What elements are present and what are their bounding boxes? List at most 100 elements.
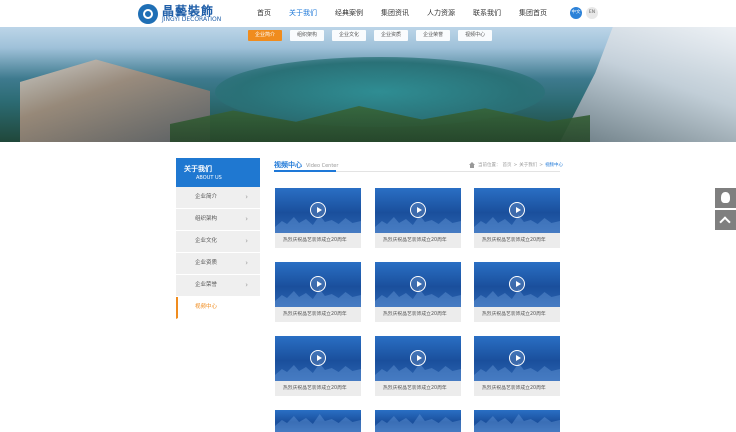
play-icon[interactable] (410, 276, 426, 292)
chevron-right-icon: › (245, 259, 248, 267)
video-card[interactable]: 热烈庆祝晶艺装饰成立20周年 (275, 336, 361, 396)
breadcrumb-sep: > (539, 162, 544, 168)
video-card[interactable] (375, 410, 461, 432)
breadcrumb-prefix: 当前位置： (478, 163, 501, 168)
video-thumbnail[interactable] (275, 336, 361, 381)
video-thumbnail[interactable] (474, 336, 560, 381)
play-icon[interactable] (509, 276, 525, 292)
nav-item-home[interactable]: 首页 (248, 0, 280, 27)
subnav-video[interactable]: 视频中心 (458, 30, 493, 41)
play-icon[interactable] (410, 202, 426, 218)
sidebar-item-video[interactable]: 视频中心 (176, 297, 260, 319)
nav-item-about[interactable]: 关于我们 (280, 0, 326, 27)
video-caption[interactable]: 热烈庆祝晶艺装饰成立20周年 (482, 236, 546, 243)
nav-item-hr[interactable]: 人力资源 (418, 0, 464, 27)
page-title-en: Video Center (306, 163, 339, 169)
video-thumbnail[interactable] (375, 410, 461, 432)
chevron-right-icon: › (245, 193, 248, 201)
play-icon[interactable] (310, 350, 326, 366)
chevron-right-icon: › (245, 237, 248, 245)
page-title-cn: 视频中心 (274, 161, 302, 169)
sidebar-title: 关于我们 (184, 165, 212, 173)
video-thumbnail[interactable] (275, 410, 361, 432)
video-caption[interactable]: 热烈庆祝晶艺装饰成立20周年 (482, 310, 546, 317)
qq-icon (721, 192, 730, 203)
logo-text: 晶藝裝飾 JINGYI DECORATION (162, 5, 221, 23)
lang-cn-button[interactable]: 中文 (570, 7, 582, 19)
video-thumbnail[interactable] (474, 410, 560, 432)
banner-subnav: 企业简介 组织架构 企业文化 企业资质 企业荣誉 视频中心 (248, 30, 493, 41)
breadcrumb-sep: > (513, 162, 518, 168)
video-card[interactable] (275, 410, 361, 432)
page-title: 视频中心 Video Center (274, 160, 338, 170)
video-caption[interactable]: 热烈庆祝晶艺装饰成立20周年 (283, 384, 347, 391)
video-card[interactable]: 热烈庆祝晶艺装饰成立20周年 (375, 262, 461, 322)
arrow-up-icon (719, 216, 731, 228)
video-thumbnail[interactable] (474, 188, 560, 233)
nav-item-cases[interactable]: 经典案例 (326, 0, 372, 27)
hero-banner: 企业简介 组织架构 企业文化 企业资质 企业荣誉 视频中心 (0, 27, 736, 142)
video-caption[interactable]: 热烈庆祝晶艺装饰成立20周年 (283, 310, 347, 317)
nav-item-news[interactable]: 集团资讯 (372, 0, 418, 27)
video-card[interactable]: 热烈庆祝晶艺装饰成立20周年 (474, 188, 560, 248)
video-thumbnail[interactable] (474, 262, 560, 307)
lang-en-button[interactable]: EN (586, 7, 598, 19)
back-to-top-button[interactable] (715, 210, 736, 230)
main-nav: 首页 关于我们 经典案例 集团资讯 人力资源 联系我们 集团首页 (248, 0, 556, 27)
breadcrumb: 当前位置： 首页 > 关于我们 > 视频中心 (469, 162, 563, 168)
video-card[interactable]: 热烈庆祝晶艺装饰成立20周年 (375, 188, 461, 248)
video-thumbnail[interactable] (375, 336, 461, 381)
video-card[interactable]: 热烈庆祝晶艺装饰成立20周年 (275, 262, 361, 322)
breadcrumb-about[interactable]: 关于我们 (519, 162, 537, 168)
video-card[interactable]: 热烈庆祝晶艺装饰成立20周年 (375, 336, 461, 396)
breadcrumb-home[interactable]: 首页 (503, 162, 512, 168)
subnav-honor[interactable]: 企业荣誉 (416, 30, 451, 41)
video-caption[interactable]: 热烈庆祝晶艺装饰成立20周年 (383, 384, 447, 391)
site-logo[interactable]: 晶藝裝飾 JINGYI DECORATION (138, 2, 228, 25)
video-caption[interactable]: 热烈庆祝晶艺装饰成立20周年 (482, 384, 546, 391)
video-caption[interactable]: 热烈庆祝晶艺装饰成立20周年 (383, 310, 447, 317)
video-card[interactable] (474, 410, 560, 432)
logo-emblem-icon (138, 3, 158, 24)
video-thumbnail[interactable] (275, 188, 361, 233)
video-thumbnail[interactable] (375, 262, 461, 307)
title-underline (274, 170, 336, 172)
video-card[interactable]: 热烈庆祝晶艺装饰成立20周年 (275, 188, 361, 248)
video-card[interactable]: 热烈庆祝晶艺装饰成立20周年 (474, 336, 560, 396)
video-caption[interactable]: 热烈庆祝晶艺装饰成立20周年 (283, 236, 347, 243)
logo-en: JINGYI DECORATION (162, 15, 222, 23)
sidebar-item-label: 组织架构 (195, 216, 218, 222)
video-card[interactable]: 热烈庆祝晶艺装饰成立20周年 (474, 262, 560, 322)
play-icon[interactable] (310, 276, 326, 292)
video-caption[interactable]: 热烈庆祝晶艺装饰成立20周年 (383, 236, 447, 243)
qq-float-button[interactable] (715, 188, 736, 208)
subnav-intro[interactable]: 企业简介 (248, 30, 283, 41)
video-thumbnail[interactable] (275, 262, 361, 307)
subnav-qualification[interactable]: 企业资质 (374, 30, 409, 41)
sidebar-header: 关于我们 ABOUT US (176, 158, 260, 187)
sidebar-subtitle: ABOUT US (196, 175, 222, 181)
sidebar-item-label: 企业简介 (195, 194, 218, 200)
chevron-right-icon: › (245, 281, 248, 289)
video-thumbnail[interactable] (375, 188, 461, 233)
subnav-culture[interactable]: 企业文化 (332, 30, 367, 41)
breadcrumb-current: 视频中心 (545, 163, 564, 168)
sidebar-item-label: 企业荣誉 (195, 282, 218, 288)
home-icon (469, 162, 475, 168)
subnav-structure[interactable]: 组织架构 (290, 30, 325, 41)
sidebar-item-label: 企业资质 (195, 260, 218, 266)
play-icon[interactable] (410, 350, 426, 366)
sidebar-item-honor[interactable]: 企业荣誉 › (176, 275, 260, 297)
play-icon[interactable] (509, 202, 525, 218)
chevron-right-icon: › (245, 215, 248, 223)
sidebar-item-label: 企业文化 (195, 238, 218, 244)
sidebar-item-qualification[interactable]: 企业资质 › (176, 253, 260, 275)
play-icon[interactable] (509, 350, 525, 366)
play-icon[interactable] (310, 202, 326, 218)
sidebar-item-intro[interactable]: 企业简介 › (176, 187, 260, 209)
nav-item-group-home[interactable]: 集团首页 (510, 0, 556, 27)
sidebar-item-label: 视频中心 (195, 304, 218, 310)
sidebar-item-culture[interactable]: 企业文化 › (176, 231, 260, 253)
nav-item-contact[interactable]: 联系我们 (464, 0, 510, 27)
sidebar-item-structure[interactable]: 组织架构 › (176, 209, 260, 231)
